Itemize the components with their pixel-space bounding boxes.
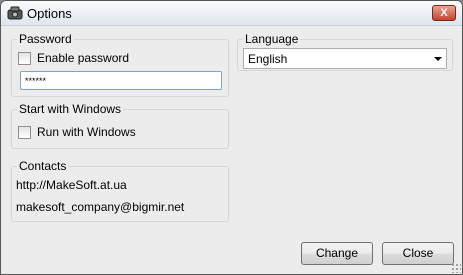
title-bar[interactable]: Options X bbox=[1, 1, 462, 26]
enable-password-checkbox-row[interactable]: Enable password bbox=[18, 51, 148, 66]
enable-password-label[interactable]: Enable password bbox=[37, 51, 129, 65]
dialog-body: Password Enable password Start with Wind… bbox=[1, 26, 462, 274]
contacts-group: Contacts http://MakeSoft.at.ua makesoft_… bbox=[11, 159, 229, 222]
close-icon[interactable]: X bbox=[432, 5, 456, 21]
change-button[interactable]: Change bbox=[301, 242, 373, 265]
run-with-windows-label[interactable]: Run with Windows bbox=[37, 125, 136, 139]
password-group: Password Enable password bbox=[11, 32, 229, 97]
password-field[interactable] bbox=[20, 71, 222, 90]
enable-password-checkbox[interactable] bbox=[18, 52, 31, 65]
website-link[interactable]: http://MakeSoft.at.ua bbox=[16, 178, 127, 192]
options-dialog: Options X Password Enable password Start… bbox=[0, 0, 463, 275]
run-with-windows-checkbox-row[interactable]: Run with Windows bbox=[18, 125, 148, 140]
password-group-label: Password bbox=[17, 32, 74, 46]
window-title: Options bbox=[27, 6, 72, 21]
resize-grip[interactable] bbox=[451, 263, 461, 273]
language-group-label: Language bbox=[243, 32, 301, 46]
email-link[interactable]: makesoft_company@bigmir.net bbox=[16, 200, 184, 214]
app-icon bbox=[7, 6, 23, 20]
contacts-group-label: Contacts bbox=[17, 159, 69, 173]
language-selected-value: English bbox=[248, 52, 288, 66]
chevron-down-icon[interactable] bbox=[434, 57, 442, 61]
start-with-windows-group: Start with Windows Run with Windows bbox=[11, 102, 229, 149]
run-with-windows-checkbox[interactable] bbox=[18, 126, 31, 139]
language-group: Language English bbox=[237, 32, 453, 71]
start-with-windows-label: Start with Windows bbox=[17, 102, 124, 116]
close-button[interactable]: Close bbox=[382, 242, 454, 265]
language-select[interactable]: English bbox=[243, 48, 447, 69]
